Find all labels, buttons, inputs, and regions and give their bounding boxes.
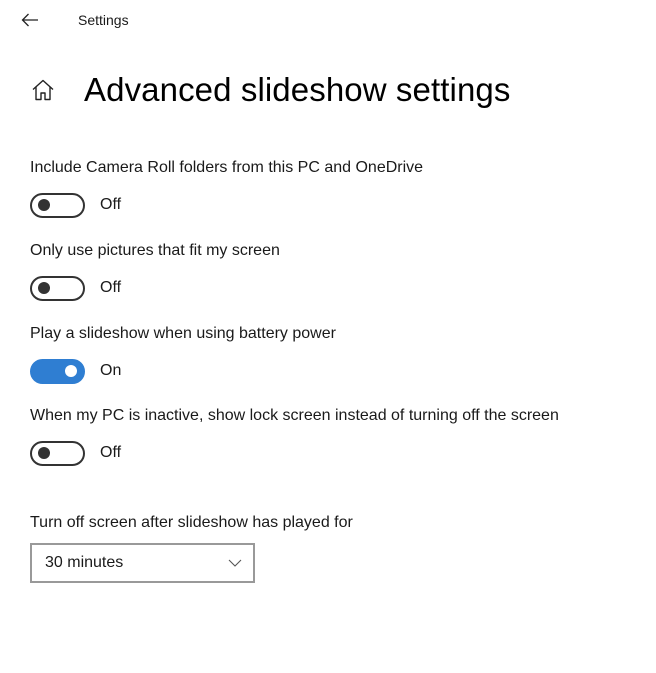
app-title: Settings bbox=[78, 12, 129, 28]
setting-label: Turn off screen after slideshow has play… bbox=[30, 514, 353, 531]
toggle-state: Off bbox=[100, 444, 122, 461]
setting-fit-screen: Only use pictures that fit my screen Off bbox=[30, 239, 570, 301]
setting-battery-power: Play a slideshow when using battery powe… bbox=[30, 322, 570, 384]
screen-off-dropdown[interactable]: 30 minutes bbox=[30, 543, 255, 583]
battery-power-toggle[interactable] bbox=[30, 358, 85, 384]
page-header: Advanced slideshow settings bbox=[30, 68, 510, 112]
camera-roll-toggle[interactable] bbox=[30, 192, 85, 218]
chevron-down-icon bbox=[227, 555, 243, 571]
lock-screen-toggle[interactable] bbox=[30, 440, 85, 466]
toggle-knob bbox=[65, 365, 77, 377]
page-title: Advanced slideshow settings bbox=[84, 71, 511, 108]
arrow-left-icon bbox=[21, 13, 38, 27]
toggle-state: Off bbox=[100, 279, 122, 296]
setting-label: When my PC is inactive, show lock screen… bbox=[30, 407, 559, 424]
setting-screen-off: Turn off screen after slideshow has play… bbox=[30, 511, 570, 583]
setting-camera-roll: Include Camera Roll folders from this PC… bbox=[30, 156, 570, 218]
toggle-state: On bbox=[100, 362, 122, 379]
fit-screen-toggle[interactable] bbox=[30, 275, 85, 301]
back-button[interactable] bbox=[16, 6, 44, 34]
toggle-knob bbox=[38, 447, 50, 459]
dropdown-value: 30 minutes bbox=[45, 554, 124, 571]
home-icon[interactable] bbox=[30, 77, 56, 103]
setting-label: Include Camera Roll folders from this PC… bbox=[30, 159, 424, 176]
setting-label: Play a slideshow when using battery powe… bbox=[30, 325, 336, 342]
toggle-knob bbox=[38, 199, 50, 211]
setting-label: Only use pictures that fit my screen bbox=[30, 242, 280, 259]
title-bar: Settings bbox=[0, 0, 656, 40]
toggle-knob bbox=[38, 282, 50, 294]
setting-lock-screen: When my PC is inactive, show lock screen… bbox=[30, 404, 570, 466]
toggle-state: Off bbox=[100, 196, 122, 213]
